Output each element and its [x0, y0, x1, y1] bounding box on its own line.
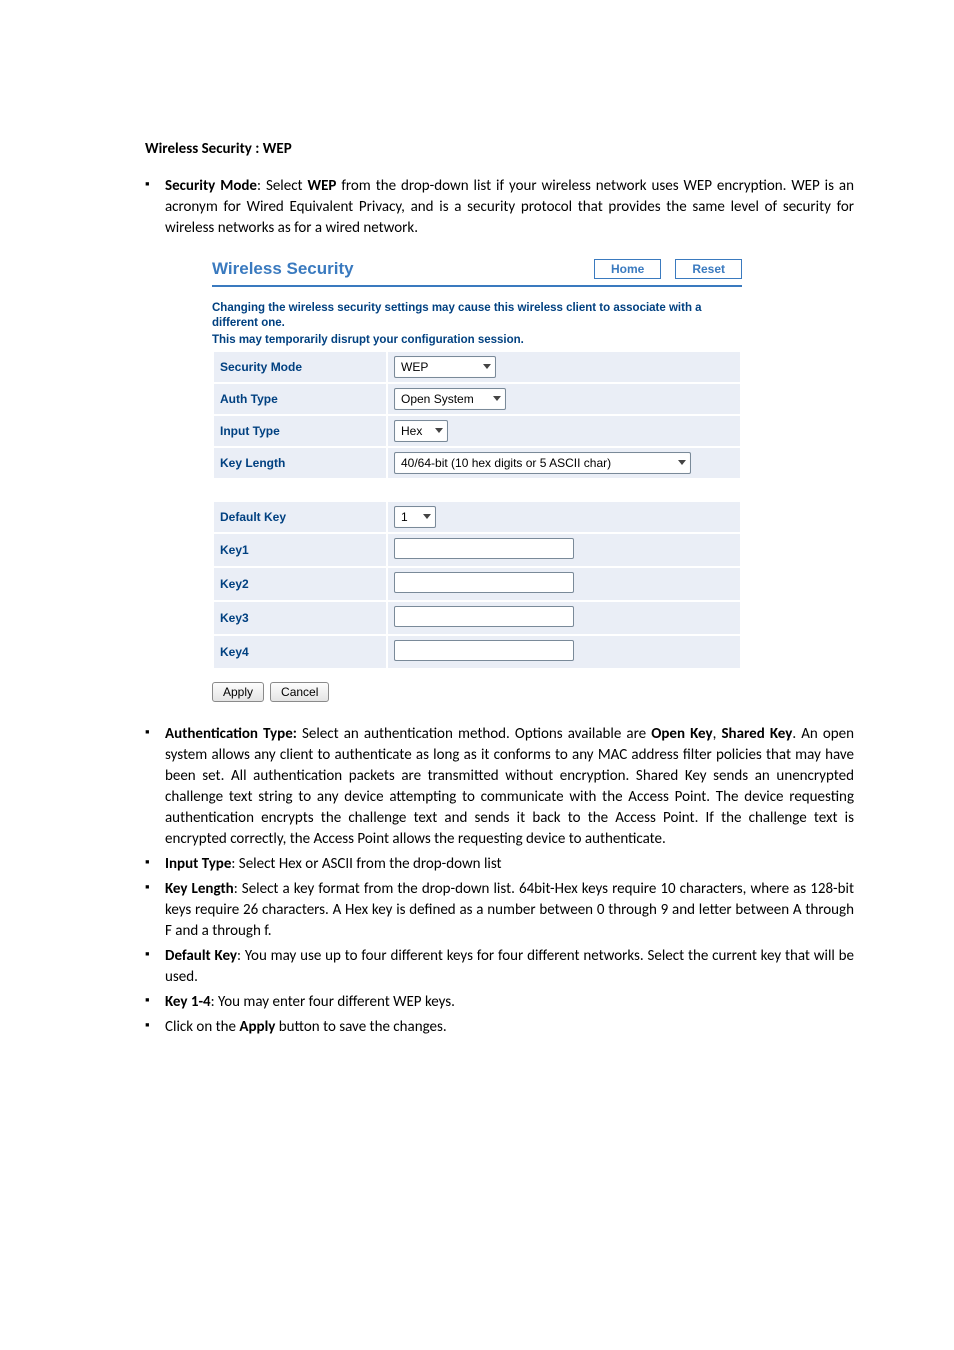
row-input-type: Input Type Hex	[213, 415, 741, 447]
key1-input[interactable]	[394, 538, 574, 559]
row-default-key: Default Key 1	[213, 501, 741, 533]
apply-button[interactable]: Apply	[212, 682, 264, 702]
settings-table: Security Mode WEP Auth Type Open System	[212, 350, 742, 670]
warning-text-l2: This may temporarily disrupt your config…	[212, 333, 742, 348]
row-auth-type: Auth Type Open System	[213, 383, 741, 415]
row-key2: Key2	[213, 567, 741, 601]
intro-bullet: Security Mode: Select WEP from the drop-…	[100, 176, 854, 239]
security-mode-select[interactable]: WEP	[394, 356, 496, 378]
key2-input[interactable]	[394, 572, 574, 593]
label-key1: Key1	[213, 533, 387, 567]
chevron-down-icon	[678, 460, 686, 465]
intro-label: Security Mode	[165, 177, 257, 195]
chevron-down-icon	[483, 364, 491, 369]
reset-button[interactable]: Reset	[675, 259, 742, 279]
wireless-security-panel: Wireless Security Home Reset Changing th…	[212, 259, 742, 702]
label-key-length: Key Length	[213, 447, 387, 479]
row-security-mode: Security Mode WEP	[213, 351, 741, 383]
bullet-auth-type: Authentication Type: Select an authentic…	[100, 724, 854, 850]
chevron-down-icon	[435, 428, 443, 433]
panel-title: Wireless Security	[212, 259, 354, 279]
home-button[interactable]: Home	[594, 259, 661, 279]
chevron-down-icon	[423, 514, 431, 519]
bullet-default-key: Default Key: You may use up to four diff…	[100, 946, 854, 988]
cancel-button[interactable]: Cancel	[270, 682, 329, 702]
panel-header: Wireless Security Home Reset	[212, 259, 742, 287]
label-input-type: Input Type	[213, 415, 387, 447]
input-type-select[interactable]: Hex	[394, 420, 448, 442]
bullet-input-type: Input Type: Select Hex or ASCII from the…	[100, 854, 854, 875]
default-key-select[interactable]: 1	[394, 506, 436, 528]
auth-type-select[interactable]: Open System	[394, 388, 506, 410]
row-key3: Key3	[213, 601, 741, 635]
warning-text-l1: Changing the wireless security settings …	[212, 301, 742, 331]
feature-list: Authentication Type: Select an authentic…	[100, 724, 854, 1038]
row-key-length: Key Length 40/64-bit (10 hex digits or 5…	[213, 447, 741, 479]
label-key4: Key4	[213, 635, 387, 669]
key4-input[interactable]	[394, 640, 574, 661]
label-auth-type: Auth Type	[213, 383, 387, 415]
row-key1: Key1	[213, 533, 741, 567]
label-key2: Key2	[213, 567, 387, 601]
label-default-key: Default Key	[213, 501, 387, 533]
key3-input[interactable]	[394, 606, 574, 627]
section-title: Wireless Security : WEP	[145, 140, 854, 158]
label-key3: Key3	[213, 601, 387, 635]
row-key4: Key4	[213, 635, 741, 669]
key-length-select[interactable]: 40/64-bit (10 hex digits or 5 ASCII char…	[394, 452, 691, 474]
bullet-key-length: Key Length: Select a key format from the…	[100, 879, 854, 942]
bullet-apply: Click on the Apply button to save the ch…	[100, 1017, 854, 1038]
bullet-key14: Key 1-4: You may enter four different WE…	[100, 992, 854, 1013]
label-security-mode: Security Mode	[213, 351, 387, 383]
chevron-down-icon	[493, 396, 501, 401]
